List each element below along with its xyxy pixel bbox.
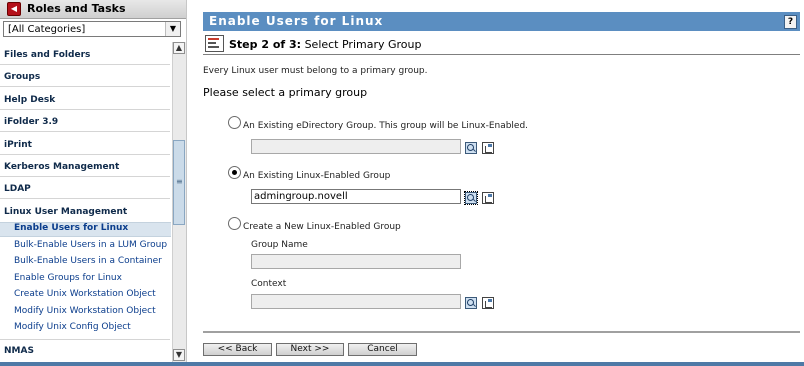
group-name-field[interactable] — [251, 254, 461, 269]
divider — [0, 131, 170, 132]
next-button[interactable]: Next >> — [276, 343, 344, 356]
roles-and-tasks-panel: ◀ Roles and Tasks [All Categories] ▼ Fil… — [0, 0, 187, 366]
icon-line — [208, 42, 216, 44]
category-iprint[interactable]: iPrint — [4, 140, 32, 150]
page-title-bar: Enable Users for Linux ? — [203, 12, 800, 31]
divider — [0, 109, 170, 110]
task-modify-unix-config[interactable]: Modify Unix Config Object — [14, 322, 131, 332]
sidebar-scrollbar[interactable]: ▲ ≡ ▼ — [172, 42, 186, 362]
task-bulk-enable-users-container[interactable]: Bulk-Enable Users in a Container — [14, 256, 162, 266]
back-button[interactable]: << Back — [203, 343, 272, 356]
chevron-down-icon[interactable]: ▼ — [165, 22, 180, 36]
category-linux-user-management[interactable]: Linux User Management — [4, 207, 127, 217]
divider — [0, 64, 170, 65]
context-field[interactable] — [251, 294, 461, 309]
option-label-linux-group: An Existing Linux-Enabled Group — [243, 171, 391, 181]
browse-icon[interactable] — [482, 192, 494, 204]
scroll-down-icon[interactable]: ▼ — [173, 349, 185, 361]
roles-collapse-icon[interactable]: ◀ — [7, 2, 21, 16]
category-kerberos-management[interactable]: Kerberos Management — [4, 162, 119, 172]
radio-create-new-group[interactable] — [228, 217, 241, 230]
divider — [203, 54, 800, 55]
wizard-step-icon — [205, 35, 224, 52]
linux-group-field[interactable]: admingroup.novell — [251, 189, 461, 204]
task-create-unix-workstation[interactable]: Create Unix Workstation Object — [14, 289, 156, 299]
icon-line — [208, 38, 219, 40]
task-enable-groups-for-linux[interactable]: Enable Groups for Linux — [14, 273, 122, 283]
task-bulk-enable-users-lum-group[interactable]: Bulk-Enable Users in a LUM Group — [14, 240, 167, 250]
help-icon[interactable]: ? — [784, 15, 797, 29]
step-number: Step 2 of 3: — [229, 38, 302, 51]
task-navigation: Files and Folders Groups Help Desk iFold… — [0, 43, 172, 366]
search-icon[interactable] — [464, 191, 478, 205]
category-nmas[interactable]: NMAS — [4, 346, 34, 356]
category-select[interactable]: [All Categories] ▼ — [3, 21, 181, 37]
browse-icon[interactable] — [482, 142, 494, 154]
icon-line — [208, 46, 219, 48]
divider — [0, 339, 170, 340]
option-label-edirectory-group: An Existing eDirectory Group. This group… — [243, 121, 529, 131]
radio-existing-linux-group[interactable] — [228, 166, 241, 179]
scroll-thumb[interactable]: ≡ — [173, 140, 185, 225]
radio-existing-edirectory-group[interactable] — [228, 116, 241, 129]
panel-header: ◀ Roles and Tasks — [0, 0, 186, 19]
cancel-button[interactable]: Cancel — [348, 343, 417, 356]
search-icon[interactable] — [465, 142, 477, 154]
scroll-up-icon[interactable]: ▲ — [173, 42, 185, 54]
category-files-and-folders[interactable]: Files and Folders — [4, 50, 90, 60]
task-enable-users-for-linux[interactable]: Enable Users for Linux — [14, 223, 128, 233]
panel-title: Roles and Tasks — [27, 2, 126, 15]
category-select-value: [All Categories] — [8, 24, 86, 35]
option-label-new-group: Create a New Linux-Enabled Group — [243, 222, 401, 232]
step-name: Select Primary Group — [304, 38, 422, 51]
edirectory-group-field[interactable] — [251, 139, 461, 154]
category-ldap[interactable]: LDAP — [4, 184, 31, 194]
page-title: Enable Users for Linux — [209, 14, 384, 28]
category-groups[interactable]: Groups — [4, 72, 40, 82]
status-strip — [0, 362, 804, 366]
category-ifolder[interactable]: iFolder 3.9 — [4, 117, 58, 127]
divider — [0, 154, 170, 155]
wizard-step-label: Step 2 of 3: Select Primary Group — [229, 38, 422, 51]
divider — [0, 86, 170, 87]
grip-icon: ≡ — [176, 177, 183, 186]
task-modify-unix-workstation[interactable]: Modify Unix Workstation Object — [14, 306, 156, 316]
category-help-desk[interactable]: Help Desk — [4, 95, 55, 105]
prompt-text: Please select a primary group — [203, 86, 368, 99]
divider — [203, 331, 800, 333]
group-name-label: Group Name — [251, 240, 308, 250]
intro-text: Every Linux user must belong to a primar… — [203, 66, 428, 76]
search-icon[interactable] — [465, 297, 477, 309]
browse-icon[interactable] — [482, 297, 494, 309]
divider — [0, 198, 170, 199]
context-label: Context — [251, 279, 287, 289]
divider — [0, 176, 170, 177]
